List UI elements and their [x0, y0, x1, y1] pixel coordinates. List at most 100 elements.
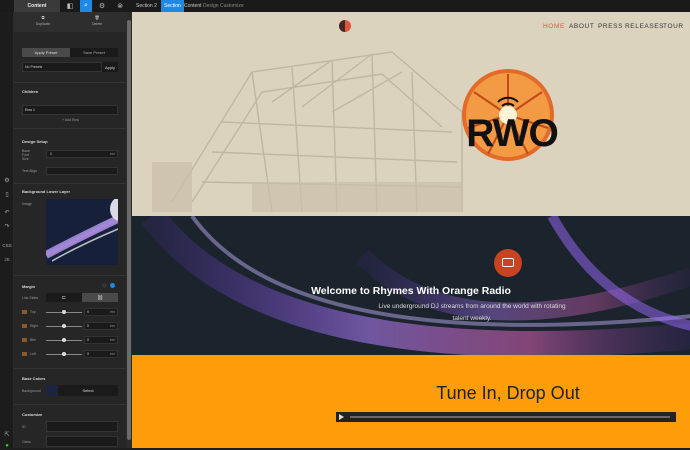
text-align-select[interactable]: [46, 167, 118, 175]
background-label: Background: [22, 389, 41, 393]
delete-button[interactable]: Delete: [82, 21, 112, 27]
bg-lower-layer-title: Background Lower Layer: [22, 189, 71, 194]
divider: [14, 128, 126, 129]
margin-top-slider-handle[interactable]: [62, 310, 66, 314]
status-dot-icon: ●: [5, 443, 9, 449]
audio-progress-track[interactable]: [350, 416, 670, 418]
js-icon[interactable]: JS: [2, 255, 12, 263]
id-input[interactable]: [46, 421, 118, 432]
audio-player[interactable]: [336, 412, 676, 422]
top-side-icon: [22, 310, 27, 314]
base-font-unit: em: [110, 152, 115, 156]
design-setup-title: Design Setup: [22, 139, 48, 144]
content-tab[interactable]: Content: [14, 0, 60, 12]
layout-icon[interactable]: ◧: [64, 0, 76, 12]
margin-left-unit: em: [110, 352, 115, 356]
margin-right-value: 0: [87, 324, 89, 328]
image-label: Image: [22, 202, 32, 206]
customize-title: Customize: [22, 412, 43, 417]
stage-rig-image: [152, 51, 463, 213]
divider: [14, 82, 126, 83]
duplicate-button[interactable]: Duplicate: [28, 21, 58, 27]
text-align-label: Text Align: [22, 169, 37, 173]
margin-right-label: Right: [30, 324, 39, 328]
settings-icon[interactable]: ⚙: [2, 176, 12, 184]
base-font-size-value: 1: [50, 152, 52, 156]
unlink-sides-button[interactable]: ⊏: [46, 293, 82, 302]
left-side-icon: [22, 352, 27, 356]
vinyl-image: [46, 199, 118, 265]
select-color-button[interactable]: Select: [58, 385, 118, 396]
top-bar: Content ◧ ⌕ ⚙ ⊗ Section 2 Section Conten…: [0, 0, 690, 12]
nav-press[interactable]: PRESS: [598, 23, 623, 30]
link-sides-label: Link Sides: [22, 296, 39, 300]
divider: [14, 404, 126, 405]
children-title: Children: [22, 89, 39, 94]
breadcrumb-design[interactable]: Design: [203, 0, 219, 12]
child-row-item[interactable]: [22, 105, 118, 115]
id-label: ID: [22, 425, 26, 429]
right-side-icon: [22, 324, 27, 328]
base-font-size-label: Base Font Size: [22, 149, 30, 161]
breadcrumb-section[interactable]: Section: [161, 0, 184, 12]
welcome-heading: Welcome to Rhymes With Orange Radio: [311, 285, 511, 297]
duplicate-icon[interactable]: ⧉: [28, 14, 58, 20]
redo-icon[interactable]: ↷: [2, 222, 12, 230]
search-icon[interactable]: ⌕: [80, 0, 92, 12]
margin-toggle-on[interactable]: [110, 283, 115, 288]
margin-bottom-value: 0: [87, 338, 89, 342]
radio-icon: [502, 258, 514, 267]
tune-in-heading: Tune In, Drop Out: [436, 383, 580, 403]
background-image-thumbnail[interactable]: [46, 199, 118, 265]
breadcrumb-customize[interactable]: Customize: [220, 0, 244, 12]
breadcrumb-section-2[interactable]: Section 2: [136, 0, 157, 12]
panel-scrollbar-thumb[interactable]: [127, 20, 131, 440]
add-row-link[interactable]: + Add Row: [62, 118, 79, 122]
margin-bottom-slider-handle[interactable]: [62, 338, 66, 342]
left-rail: ⚙ ▯ ↶ ↷ CSS JS ⇱ ●: [0, 12, 14, 449]
apply-button[interactable]: Apply: [102, 62, 118, 72]
tune-in-section[interactable]: Tune In, Drop Out: [132, 355, 690, 448]
margin-top-unit: em: [110, 310, 115, 314]
nav-about[interactable]: ABOUT: [569, 23, 594, 30]
class-label: Class: [22, 440, 31, 444]
inspector-panel: ⧉ Duplicate 🗑 Delete Apply Preset Save P…: [14, 12, 126, 448]
welcome-section[interactable]: Welcome to Rhymes With Orange Radio Live…: [132, 216, 690, 355]
css-icon[interactable]: CSS: [2, 241, 12, 249]
margin-top-value: 0: [87, 310, 89, 314]
margin-right-slider-handle[interactable]: [62, 324, 66, 328]
margin-bottom-label: Btm: [30, 338, 37, 342]
device-icon[interactable]: ▯: [2, 190, 12, 198]
divider: [14, 368, 126, 369]
play-icon[interactable]: [339, 414, 344, 420]
background-color-swatch[interactable]: [46, 385, 58, 396]
preset-select-value: No Presets: [25, 65, 43, 69]
divider: [14, 183, 126, 184]
hero-section[interactable]: HOME ABOUT PRESS RELEASES TOUR RWO: [132, 12, 690, 216]
margin-title: Margin: [22, 284, 36, 289]
logo-text: RWO: [466, 112, 559, 155]
close-icon[interactable]: ⊗: [114, 0, 126, 12]
undo-icon[interactable]: ↶: [2, 208, 12, 216]
trash-icon[interactable]: 🗑: [82, 14, 112, 20]
margin-right-unit: em: [110, 324, 115, 328]
nav-releases[interactable]: RELEASES: [625, 23, 664, 30]
class-input[interactable]: [46, 436, 118, 447]
save-preset-tab[interactable]: Save Preset: [70, 48, 118, 57]
nav-home[interactable]: HOME: [543, 23, 565, 30]
nav-tour[interactable]: TOUR: [663, 23, 684, 30]
margin-top-label: Top: [30, 310, 36, 314]
margin-left-value: 0: [87, 352, 89, 356]
breadcrumb-content[interactable]: Content: [184, 0, 202, 12]
gear-icon[interactable]: ⚙: [96, 0, 108, 12]
preview-canvas: HOME ABOUT PRESS RELEASES TOUR RWO Welco…: [132, 12, 690, 448]
base-colors-title: Base Colors: [22, 376, 46, 381]
external-link-icon[interactable]: ⇱: [2, 430, 12, 438]
link-sides-button[interactable]: ⛓: [82, 293, 118, 302]
red-circle-icon: [339, 20, 351, 32]
apply-preset-tab[interactable]: Apply Preset: [22, 48, 70, 57]
base-font-size-input[interactable]: [46, 150, 118, 158]
margin-left-slider-handle[interactable]: [62, 352, 66, 356]
margin-toggle-off[interactable]: [102, 283, 107, 288]
margin-left-label: Left: [30, 352, 36, 356]
